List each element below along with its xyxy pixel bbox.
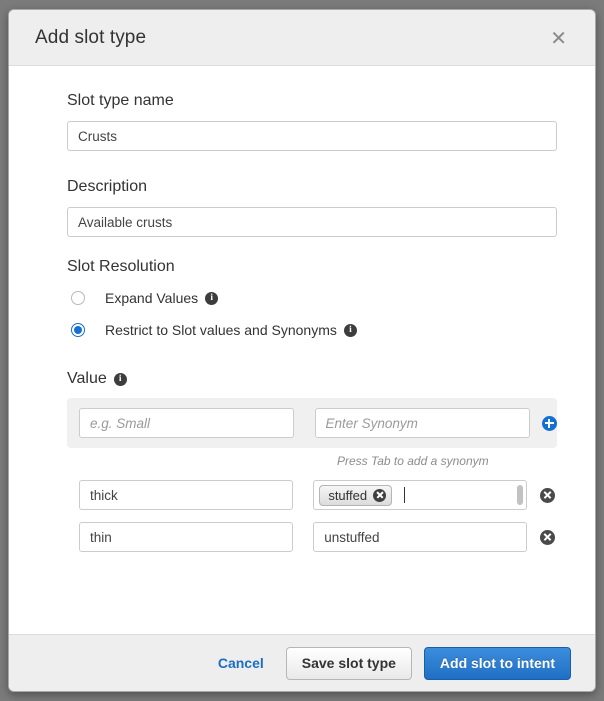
- radio-label-expand-values: Expand Values: [105, 290, 198, 306]
- radio-label-restrict: Restrict to Slot values and Synonyms: [105, 322, 337, 338]
- add-slot-to-intent-button[interactable]: Add slot to intent: [424, 647, 571, 680]
- description-input[interactable]: [67, 207, 557, 237]
- modal-header: Add slot type ✕: [9, 10, 595, 66]
- table-row: stuffed: [67, 480, 555, 510]
- new-value-input[interactable]: [79, 408, 294, 438]
- close-icon[interactable]: ✕: [544, 26, 573, 50]
- synonym-text: unstuffed: [324, 530, 379, 545]
- value-label: Value: [67, 370, 107, 388]
- synonym-hint: Press Tab to add a synonym: [67, 454, 557, 468]
- radio-option-expand-values[interactable]: Expand Values i: [71, 285, 555, 311]
- synonym-box[interactable]: stuffed: [313, 480, 527, 510]
- info-icon[interactable]: i: [344, 324, 357, 337]
- slot-type-name-label: Slot type name: [67, 92, 555, 110]
- slot-resolution-label: Slot Resolution: [67, 258, 555, 276]
- scrollbar-thumb[interactable]: [517, 485, 523, 505]
- delete-icon[interactable]: [540, 488, 555, 503]
- info-icon[interactable]: i: [114, 373, 127, 386]
- radio-restrict-to-slot-values[interactable]: [71, 323, 85, 337]
- value-input[interactable]: [79, 522, 293, 552]
- slot-type-name-input[interactable]: [67, 121, 557, 151]
- cancel-button[interactable]: Cancel: [218, 655, 264, 671]
- new-value-panel: [67, 398, 557, 448]
- description-label: Description: [67, 178, 555, 196]
- modal-footer: Cancel Save slot type Add slot to intent: [9, 634, 595, 691]
- delete-icon[interactable]: [540, 530, 555, 545]
- new-synonym-input[interactable]: [315, 408, 530, 438]
- synonym-chip-label: stuffed: [328, 488, 367, 503]
- modal-body: Slot type name Description Slot Resoluti…: [9, 66, 595, 634]
- radio-expand-values[interactable]: [71, 291, 85, 305]
- synonym-chip: stuffed: [319, 485, 392, 506]
- info-icon[interactable]: i: [205, 292, 218, 305]
- save-slot-type-button[interactable]: Save slot type: [286, 647, 412, 680]
- table-row: unstuffed: [67, 522, 555, 552]
- text-caret: [404, 487, 405, 503]
- add-slot-type-modal: Add slot type ✕ Slot type name Descripti…: [8, 9, 596, 692]
- value-input[interactable]: [79, 480, 293, 510]
- radio-option-restrict[interactable]: Restrict to Slot values and Synonyms i: [71, 317, 555, 343]
- value-section-header: Value i: [67, 370, 555, 388]
- synonym-box[interactable]: unstuffed: [313, 522, 527, 552]
- modal-title: Add slot type: [35, 27, 544, 49]
- plus-icon[interactable]: [542, 416, 557, 431]
- chip-remove-icon[interactable]: [373, 489, 386, 502]
